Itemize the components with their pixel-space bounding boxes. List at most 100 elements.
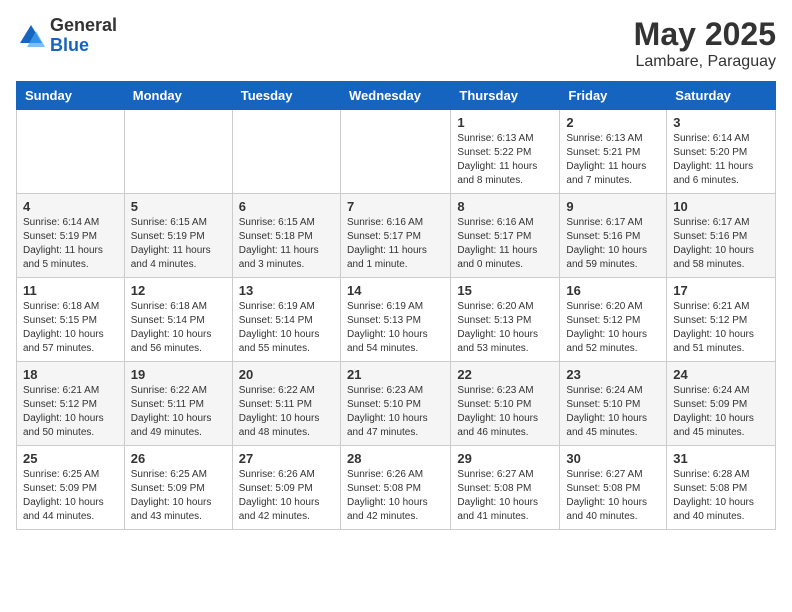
calendar-cell: 13 Sunrise: 6:19 AM Sunset: 5:14 PM Dayli… xyxy=(232,278,340,362)
day-info: Sunrise: 6:24 AM Sunset: 5:10 PM Dayligh… xyxy=(566,384,660,440)
day-number: 18 xyxy=(23,367,118,382)
calendar-cell: 11 Sunrise: 6:18 AM Sunset: 5:15 PM Dayli… xyxy=(17,278,125,362)
calendar-cell xyxy=(124,110,232,194)
page-header: General Blue May 2025 Lambare, Paraguay xyxy=(16,16,776,71)
logo: General Blue xyxy=(16,16,117,56)
calendar-cell: 24 Sunrise: 6:24 AM Sunset: 5:09 PM Dayli… xyxy=(667,362,776,446)
day-info: Sunrise: 6:14 AM Sunset: 5:19 PM Dayligh… xyxy=(23,216,118,272)
day-number: 22 xyxy=(457,367,553,382)
weekday-header: Saturday xyxy=(667,82,776,110)
day-info: Sunrise: 6:19 AM Sunset: 5:14 PM Dayligh… xyxy=(239,300,334,356)
calendar-cell: 3Sunrise: 6:14 AM Sunset: 5:20 PM Daylig… xyxy=(667,110,776,194)
calendar-cell: 18Sunrise: 6:21 AM Sunset: 5:12 PM Dayli… xyxy=(17,362,125,446)
day-info: Sunrise: 6:18 AM Sunset: 5:14 PM Dayligh… xyxy=(131,300,226,356)
day-info: Sunrise: 6:15 AM Sunset: 5:18 PM Dayligh… xyxy=(239,216,334,272)
day-info: Sunrise: 6:25 AM Sunset: 5:09 PM Dayligh… xyxy=(23,468,118,524)
day-info: Sunrise: 6:26 AM Sunset: 5:09 PM Dayligh… xyxy=(239,468,334,524)
day-info: Sunrise: 6:23 AM Sunset: 5:10 PM Dayligh… xyxy=(457,384,553,440)
calendar-cell: 31 Sunrise: 6:28 AM Sunset: 5:08 PM Dayli… xyxy=(667,446,776,530)
weekday-header: Monday xyxy=(124,82,232,110)
calendar-cell: 28 Sunrise: 6:26 AM Sunset: 5:08 PM Dayli… xyxy=(340,446,450,530)
weekday-row: SundayMondayTuesdayWednesdayThursdayFrid… xyxy=(17,82,776,110)
day-number: 31 xyxy=(673,451,769,466)
day-number: 9 xyxy=(566,199,660,214)
day-number: 6 xyxy=(239,199,334,214)
day-info: Sunrise: 6:20 AM Sunset: 5:12 PM Dayligh… xyxy=(566,300,660,356)
calendar-cell: 29 Sunrise: 6:27 AM Sunset: 5:08 PM Dayli… xyxy=(451,446,560,530)
day-info: Sunrise: 6:18 AM Sunset: 5:15 PM Dayligh… xyxy=(23,300,118,356)
day-number: 15 xyxy=(457,283,553,298)
day-info: Sunrise: 6:22 AM Sunset: 5:11 PM Dayligh… xyxy=(239,384,334,440)
day-number: 26 xyxy=(131,451,226,466)
calendar-week-row: 25Sunrise: 6:25 AM Sunset: 5:09 PM Dayli… xyxy=(17,446,776,530)
day-number: 10 xyxy=(673,199,769,214)
day-info: Sunrise: 6:16 AM Sunset: 5:17 PM Dayligh… xyxy=(457,216,553,272)
day-info: Sunrise: 6:22 AM Sunset: 5:11 PM Dayligh… xyxy=(131,384,226,440)
day-info: Sunrise: 6:16 AM Sunset: 5:17 PM Dayligh… xyxy=(347,216,444,272)
logo-blue: Blue xyxy=(50,36,117,56)
day-info: Sunrise: 6:23 AM Sunset: 5:10 PM Dayligh… xyxy=(347,384,444,440)
calendar-cell: 7 Sunrise: 6:16 AM Sunset: 5:17 PM Daylig… xyxy=(340,194,450,278)
month-year-title: May 2025 xyxy=(634,16,776,53)
calendar-cell: 6 Sunrise: 6:15 AM Sunset: 5:18 PM Daylig… xyxy=(232,194,340,278)
calendar-header: SundayMondayTuesdayWednesdayThursdayFrid… xyxy=(17,82,776,110)
calendar-cell: 15 Sunrise: 6:20 AM Sunset: 5:13 PM Dayli… xyxy=(451,278,560,362)
day-number: 7 xyxy=(347,199,444,214)
day-number: 8 xyxy=(457,199,553,214)
calendar-cell xyxy=(232,110,340,194)
day-info: Sunrise: 6:27 AM Sunset: 5:08 PM Dayligh… xyxy=(457,468,553,524)
day-number: 20 xyxy=(239,367,334,382)
day-info: Sunrise: 6:26 AM Sunset: 5:08 PM Dayligh… xyxy=(347,468,444,524)
calendar-cell: 19Sunrise: 6:22 AM Sunset: 5:11 PM Dayli… xyxy=(124,362,232,446)
weekday-header: Wednesday xyxy=(340,82,450,110)
day-number: 13 xyxy=(239,283,334,298)
location-title: Lambare, Paraguay xyxy=(634,53,776,71)
day-number: 21 xyxy=(347,367,444,382)
weekday-header: Thursday xyxy=(451,82,560,110)
calendar-table: SundayMondayTuesdayWednesdayThursdayFrid… xyxy=(16,81,776,530)
day-info: Sunrise: 6:28 AM Sunset: 5:08 PM Dayligh… xyxy=(673,468,769,524)
weekday-header: Tuesday xyxy=(232,82,340,110)
calendar-cell: 30Sunrise: 6:27 AM Sunset: 5:08 PM Dayli… xyxy=(560,446,667,530)
day-info: Sunrise: 6:15 AM Sunset: 5:19 PM Dayligh… xyxy=(131,216,226,272)
day-number: 5 xyxy=(131,199,226,214)
calendar-week-row: 18Sunrise: 6:21 AM Sunset: 5:12 PM Dayli… xyxy=(17,362,776,446)
calendar-week-row: 1Sunrise: 6:13 AM Sunset: 5:22 PM Daylig… xyxy=(17,110,776,194)
day-info: Sunrise: 6:24 AM Sunset: 5:09 PM Dayligh… xyxy=(673,384,769,440)
calendar-cell xyxy=(340,110,450,194)
calendar-cell: 20 Sunrise: 6:22 AM Sunset: 5:11 PM Dayli… xyxy=(232,362,340,446)
weekday-header: Friday xyxy=(560,82,667,110)
day-info: Sunrise: 6:13 AM Sunset: 5:22 PM Dayligh… xyxy=(457,132,553,188)
day-number: 24 xyxy=(673,367,769,382)
calendar-cell: 23Sunrise: 6:24 AM Sunset: 5:10 PM Dayli… xyxy=(560,362,667,446)
calendar-cell: 21 Sunrise: 6:23 AM Sunset: 5:10 PM Dayli… xyxy=(340,362,450,446)
calendar-cell: 2Sunrise: 6:13 AM Sunset: 5:21 PM Daylig… xyxy=(560,110,667,194)
calendar-cell: 17Sunrise: 6:21 AM Sunset: 5:12 PM Dayli… xyxy=(667,278,776,362)
day-info: Sunrise: 6:14 AM Sunset: 5:20 PM Dayligh… xyxy=(673,132,769,188)
calendar-cell: 12Sunrise: 6:18 AM Sunset: 5:14 PM Dayli… xyxy=(124,278,232,362)
title-block: May 2025 Lambare, Paraguay xyxy=(634,16,776,71)
calendar-week-row: 11 Sunrise: 6:18 AM Sunset: 5:15 PM Dayli… xyxy=(17,278,776,362)
day-number: 28 xyxy=(347,451,444,466)
calendar-week-row: 4Sunrise: 6:14 AM Sunset: 5:19 PM Daylig… xyxy=(17,194,776,278)
day-info: Sunrise: 6:27 AM Sunset: 5:08 PM Dayligh… xyxy=(566,468,660,524)
calendar-cell: 10 Sunrise: 6:17 AM Sunset: 5:16 PM Dayli… xyxy=(667,194,776,278)
day-info: Sunrise: 6:20 AM Sunset: 5:13 PM Dayligh… xyxy=(457,300,553,356)
day-number: 2 xyxy=(566,115,660,130)
day-number: 17 xyxy=(673,283,769,298)
day-number: 11 xyxy=(23,283,118,298)
calendar-cell: 5 Sunrise: 6:15 AM Sunset: 5:19 PM Daylig… xyxy=(124,194,232,278)
calendar-cell: 27Sunrise: 6:26 AM Sunset: 5:09 PM Dayli… xyxy=(232,446,340,530)
day-info: Sunrise: 6:17 AM Sunset: 5:16 PM Dayligh… xyxy=(673,216,769,272)
calendar-cell: 1Sunrise: 6:13 AM Sunset: 5:22 PM Daylig… xyxy=(451,110,560,194)
day-info: Sunrise: 6:17 AM Sunset: 5:16 PM Dayligh… xyxy=(566,216,660,272)
calendar-cell: 14Sunrise: 6:19 AM Sunset: 5:13 PM Dayli… xyxy=(340,278,450,362)
day-info: Sunrise: 6:19 AM Sunset: 5:13 PM Dayligh… xyxy=(347,300,444,356)
calendar-body: 1Sunrise: 6:13 AM Sunset: 5:22 PM Daylig… xyxy=(17,110,776,530)
day-info: Sunrise: 6:25 AM Sunset: 5:09 PM Dayligh… xyxy=(131,468,226,524)
day-number: 29 xyxy=(457,451,553,466)
calendar-cell: 8 Sunrise: 6:16 AM Sunset: 5:17 PM Daylig… xyxy=(451,194,560,278)
logo-icon xyxy=(16,21,46,51)
calendar-cell: 16 Sunrise: 6:20 AM Sunset: 5:12 PM Dayli… xyxy=(560,278,667,362)
day-number: 16 xyxy=(566,283,660,298)
